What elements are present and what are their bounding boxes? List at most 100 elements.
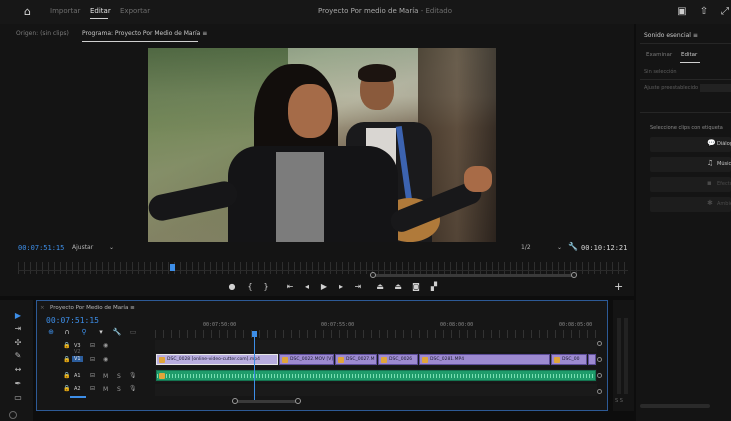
track-target-v2[interactable]: V2 <box>74 349 81 355</box>
mark-out-icon[interactable]: } <box>260 281 272 293</box>
video-preview-frame[interactable] <box>148 48 496 242</box>
tab-program-monitor[interactable]: Programa: Proyecto Por Medio de María ≡ <box>82 30 207 37</box>
tab-edit-sound[interactable]: Editar <box>681 52 697 58</box>
solo-button[interactable]: S <box>117 373 121 380</box>
lift-icon[interactable]: ⏏ <box>374 281 386 293</box>
video-clip[interactable]: DSC_0027.M <box>335 354 377 365</box>
panel-menu-icon[interactable]: ≡ <box>693 32 698 39</box>
lock-icon[interactable]: 🔒 <box>63 385 70 392</box>
tab-edit[interactable]: Editar <box>90 7 111 15</box>
sync-lock-icon[interactable]: ⊟ <box>90 385 95 392</box>
snap-icon[interactable]: ∩ <box>62 328 72 336</box>
clip-name: DSC_0027.M <box>346 357 375 362</box>
panel-menu-icon[interactable]: ≡ <box>130 305 135 311</box>
zoom-handle-right[interactable] <box>571 272 577 278</box>
close-icon[interactable]: × <box>40 305 45 311</box>
step-forward-icon[interactable]: ▸ <box>335 281 347 293</box>
microphone-icon[interactable]: 🎙 <box>129 385 137 392</box>
sync-lock-icon[interactable]: ⊟ <box>90 356 95 363</box>
go-to-in-icon[interactable]: ⇤ <box>284 281 296 293</box>
timeline-zoom-scrollbar[interactable] <box>232 400 300 403</box>
sync-lock-icon[interactable]: ⊟ <box>90 372 95 379</box>
resolution-dropdown[interactable]: 1/2 ⌄ <box>521 244 567 253</box>
video-clip[interactable]: DSC_0022.MOV [V] <box>279 354 334 365</box>
wrench-icon[interactable]: 🔧 <box>568 242 578 251</box>
wrench-icon[interactable]: 🔧 <box>112 328 122 336</box>
slip-tool-icon[interactable]: ↔ <box>12 364 24 376</box>
speech-bubble-icon: 💬 <box>707 139 716 147</box>
video-clip[interactable]: DSC_0028 [online-video-cutter.com].mp4 <box>156 354 278 365</box>
preset-label: Ajuste preestablecido <box>644 85 699 91</box>
eye-icon[interactable]: ◉ <box>103 356 108 363</box>
monitor-zoom-scrollbar[interactable] <box>370 274 576 277</box>
camera-icon[interactable]: ◙ <box>410 281 422 293</box>
timeline-playhead-line <box>254 337 255 403</box>
lock-icon[interactable]: 🔒 <box>63 356 70 363</box>
workspace-icon[interactable]: ▣ <box>676 6 688 18</box>
video-clip[interactable]: DSC_00 <box>551 354 587 365</box>
tab-browse[interactable]: Examinar <box>646 52 672 58</box>
track-lane-a2[interactable] <box>155 384 597 396</box>
fit-dropdown[interactable]: Ajustar ⌄ <box>72 244 118 253</box>
go-to-out-icon[interactable]: ⇥ <box>352 281 364 293</box>
track-target-a1[interactable]: A1 <box>74 373 81 379</box>
captions-icon[interactable]: ▭ <box>128 328 138 336</box>
tab-import[interactable]: Importar <box>50 7 80 15</box>
tab-export[interactable]: Exportar <box>120 7 150 15</box>
mark-in-icon[interactable]: { <box>244 281 256 293</box>
timeline-ruler[interactable] <box>155 330 597 338</box>
timeline-timecode[interactable]: 00:07:51:15 <box>46 316 99 325</box>
fx-badge-icon <box>554 357 560 363</box>
scene-woman-face <box>288 84 332 138</box>
audio-clip[interactable] <box>156 370 596 381</box>
ripple-edit-tool-icon[interactable]: ✣ <box>12 337 24 349</box>
nest-toggle-icon[interactable]: ⊕ <box>46 328 56 336</box>
sync-lock-icon[interactable]: ⊟ <box>90 342 95 349</box>
eye-icon[interactable]: ◉ <box>103 342 108 349</box>
fullscreen-icon[interactable]: ⤢ <box>719 6 731 18</box>
panel-menu-icon[interactable]: ≡ <box>202 30 207 37</box>
selection-tool-icon[interactable]: ▶ <box>12 310 24 322</box>
rectangle-tool-icon[interactable]: ▭ <box>12 392 24 404</box>
solo-button[interactable]: S <box>117 386 121 393</box>
add-button-icon[interactable]: + <box>614 280 623 293</box>
razor-tool-icon[interactable]: ✎ <box>12 350 24 362</box>
essential-sound-title: Sonido esencial ≡ <box>644 32 698 39</box>
sfx-button-label: Efectos <box>717 181 731 187</box>
preset-dropdown[interactable] <box>700 84 731 92</box>
monitor-time-ruler[interactable] <box>18 262 628 274</box>
video-clip[interactable] <box>588 354 596 365</box>
tab-source-monitor[interactable]: Origen: (sin clips) <box>16 30 69 37</box>
document-title: Proyecto Por medio de María - Editado <box>318 7 452 15</box>
video-clip[interactable]: DSC_0281.MP4 <box>419 354 550 365</box>
track-select-tool-icon[interactable]: ⇥ <box>12 323 24 335</box>
microphone-icon[interactable]: 🎙 <box>129 372 137 379</box>
status-indicator-icon[interactable] <box>9 411 17 419</box>
lock-icon[interactable]: 🔒 <box>63 372 70 379</box>
play-icon[interactable]: ▶ <box>318 281 330 293</box>
scroll-handle-left[interactable] <box>232 398 238 404</box>
compare-icon[interactable]: ▞ <box>428 281 440 293</box>
track-source-v1[interactable]: V1 <box>72 356 83 362</box>
video-clip[interactable]: DSC_0026 <box>378 354 418 365</box>
scroll-handle-right[interactable] <box>295 398 301 404</box>
track-target-a2[interactable]: A2 <box>74 386 81 392</box>
zoom-handle-left[interactable] <box>370 272 376 278</box>
extract-icon[interactable]: ⏏ <box>392 281 404 293</box>
step-back-icon[interactable]: ◂ <box>301 281 313 293</box>
sequence-tab[interactable]: Proyecto Por Medio de María ≡ <box>50 305 135 311</box>
monitor-current-timecode[interactable]: 00:07:51:15 <box>18 244 64 252</box>
panel-scrollbar[interactable] <box>640 404 710 408</box>
add-marker-icon[interactable]: ▾ <box>96 328 106 336</box>
home-icon[interactable]: ⌂ <box>24 6 36 18</box>
share-icon[interactable]: ⇧ <box>698 6 710 18</box>
linked-selection-icon[interactable]: ⚲ <box>79 328 89 336</box>
meter-solo-buttons[interactable]: S S <box>615 398 623 404</box>
add-marker-icon[interactable]: ● <box>226 281 238 293</box>
mute-button[interactable]: M <box>103 386 108 393</box>
pen-tool-icon[interactable]: ✒ <box>12 378 24 390</box>
monitor-playhead[interactable] <box>170 264 175 271</box>
track-lane-v3[interactable] <box>155 340 597 352</box>
mute-button[interactable]: M <box>103 373 108 380</box>
lock-icon[interactable]: 🔒 <box>63 342 70 349</box>
